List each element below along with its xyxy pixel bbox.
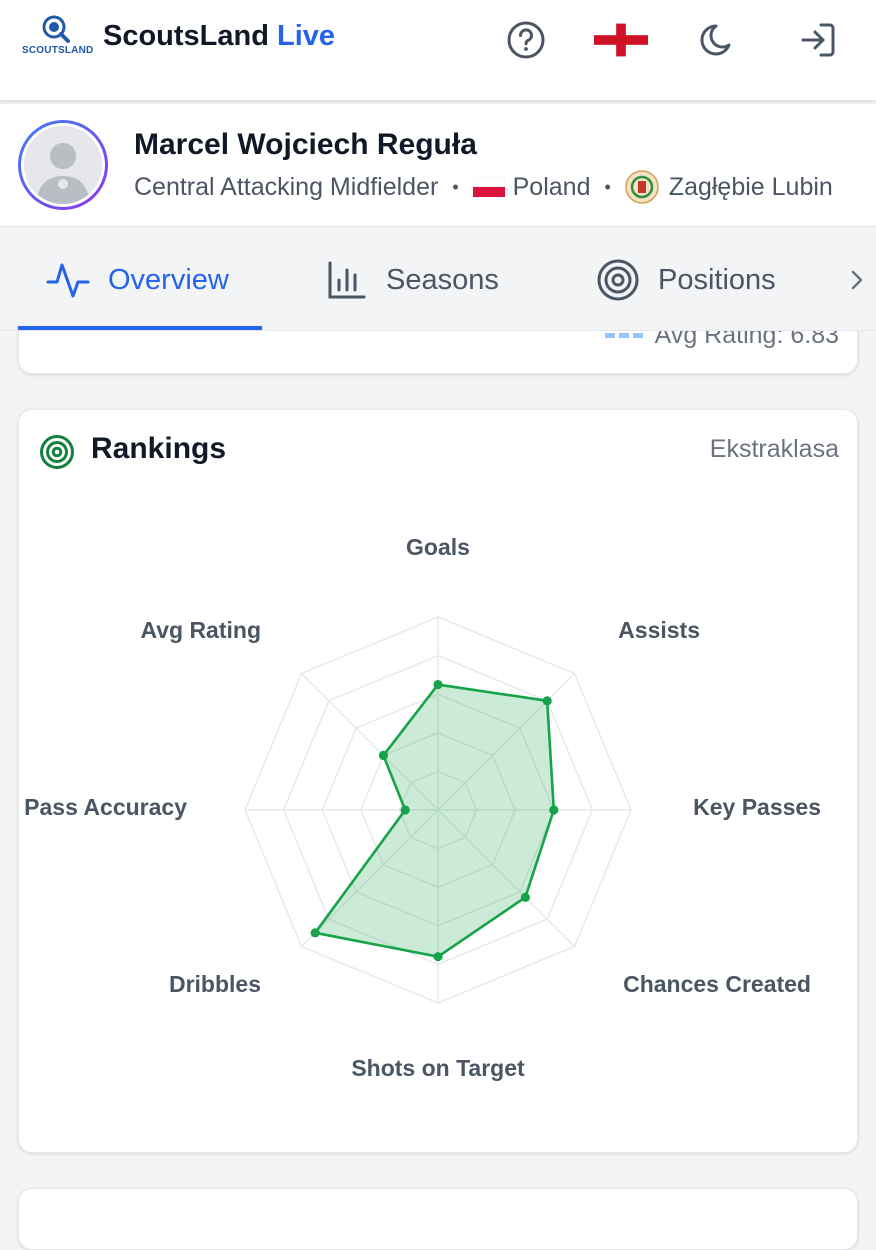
radar-axis-label: Dribbles — [169, 971, 261, 997]
radar-data-point — [549, 805, 559, 815]
radar-series-area — [313, 683, 556, 958]
active-tab-indicator — [18, 326, 262, 330]
radar-axis-label: Assists — [618, 617, 700, 643]
player-club[interactable]: Zagłębie Lubin — [669, 173, 833, 202]
login-button[interactable] — [791, 14, 845, 66]
radar-data-point — [310, 928, 320, 938]
bar-chart-icon — [328, 261, 366, 299]
avatar-image — [21, 123, 105, 207]
radar-data-point — [520, 892, 530, 902]
app-header: SCOUTSLAND ScoutsLand Live — [0, 0, 876, 100]
rankings-card: Rankings Ekstraklasa Goals Assists Key Pas… — [18, 409, 858, 1153]
player-silhouette-icon — [24, 126, 102, 204]
next-card — [18, 1188, 858, 1250]
player-header: Marcel Wojciech Reguła Central Attacking… — [0, 104, 876, 227]
login-icon — [801, 23, 835, 57]
player-country[interactable]: Poland — [513, 173, 591, 202]
radar-axis-label: Key Passes — [693, 794, 821, 820]
target-icon — [597, 259, 639, 301]
logo-text: SCOUTSLAND — [22, 45, 94, 56]
player-avatar[interactable] — [18, 120, 108, 210]
radar-data-point — [378, 750, 389, 761]
tab-positions-label: Positions — [658, 263, 776, 296]
meta-separator: • — [604, 176, 611, 197]
tab-overview-label: Overview — [108, 263, 229, 296]
meta-separator: • — [452, 176, 459, 197]
radar-axis-label: Chances Created — [623, 971, 811, 997]
brand-name: ScoutsLand — [103, 20, 269, 52]
player-meta: Central Attacking Midfielder • Poland • … — [134, 170, 833, 204]
brand-live: Live — [277, 20, 336, 52]
rankings-radar-chart: Goals Assists Key Passes Chances Created Sho… — [24, 534, 821, 1081]
help-icon — [507, 21, 545, 59]
app-brand[interactable]: ScoutsLand Live — [103, 20, 335, 53]
club-badge-icon — [625, 170, 659, 204]
radar-data-point — [433, 679, 443, 690]
tab-seasons[interactable]: Seasons — [326, 230, 499, 330]
tab-seasons-label: Seasons — [386, 263, 499, 296]
radar-axis-label: Shots on Target — [351, 1055, 525, 1081]
radar-data-point — [400, 805, 410, 815]
radar-data-point — [542, 696, 552, 706]
player-name: Marcel Wojciech Reguła — [134, 128, 477, 161]
dark-mode-button[interactable] — [692, 14, 746, 66]
radar-data-point — [433, 952, 443, 962]
radar-axis-label: Goals — [406, 534, 470, 560]
tab-overview[interactable]: Overview — [46, 230, 229, 330]
tabs-scroll-right-button[interactable] — [838, 230, 876, 330]
tab-bar: Overview Seasons Positions — [0, 230, 876, 331]
dark-mode-icon — [700, 24, 731, 56]
help-button[interactable] — [499, 14, 553, 66]
england-flag-icon — [594, 23, 648, 57]
radar-axis-label: Pass Accuracy — [24, 794, 187, 820]
player-position: Central Attacking Midfielder — [134, 172, 439, 201]
radar-series — [310, 679, 559, 962]
tab-positions[interactable]: Positions — [596, 230, 776, 330]
radar-axis-label: Avg Rating — [140, 617, 261, 643]
legend-dash-marker — [604, 333, 643, 338]
activity-icon — [46, 263, 90, 298]
language-button[interactable] — [594, 14, 648, 66]
chevron-right-icon — [851, 270, 863, 290]
poland-flag-icon — [472, 177, 505, 197]
